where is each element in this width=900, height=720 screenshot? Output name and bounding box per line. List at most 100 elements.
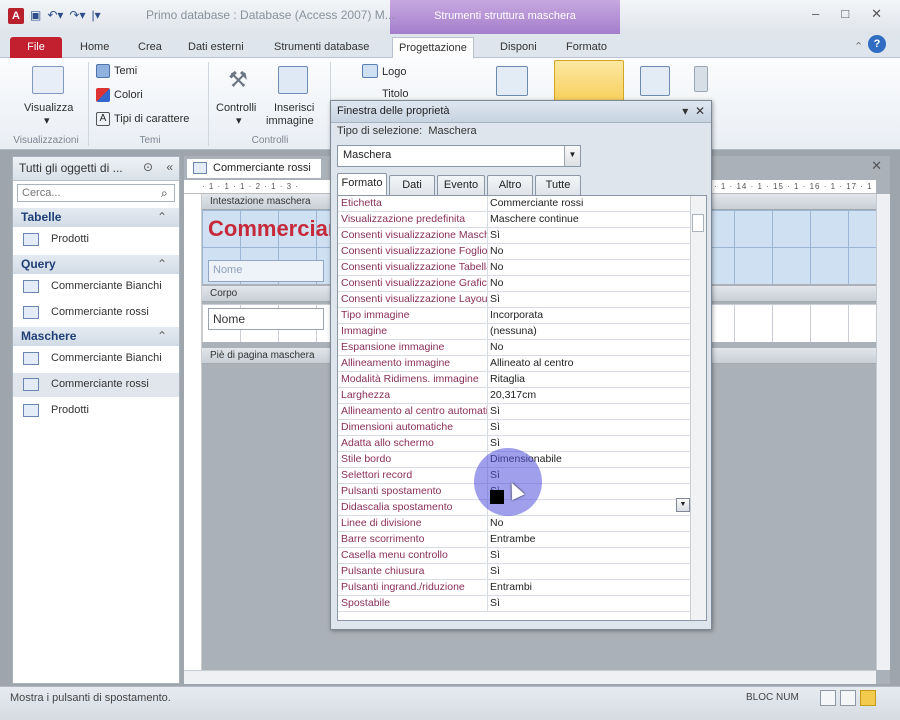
property-row[interactable]: Consenti visualizzazione Foglio datiNo xyxy=(338,244,690,260)
nav-search-input[interactable] xyxy=(17,184,175,202)
logo-icon[interactable] xyxy=(362,64,378,78)
ps-tab-evento[interactable]: Evento xyxy=(437,175,485,195)
property-value[interactable]: Sì xyxy=(490,436,688,451)
vertical-scrollbar[interactable] xyxy=(876,194,890,670)
visualizza-button[interactable]: Visualizza xyxy=(24,102,73,114)
property-row[interactable]: Allineamento immagine Allineato al centro xyxy=(338,356,690,372)
chevron-down-icon[interactable]: ▾ xyxy=(682,104,688,118)
close-icon[interactable]: ✕ xyxy=(695,104,705,118)
property-row[interactable]: Etichetta Commerciante rossi xyxy=(338,196,690,212)
tipi-carattere-button[interactable]: Tipi di carattere xyxy=(114,113,189,125)
nav-item-form-rossi[interactable]: Commerciante rossi xyxy=(13,373,179,397)
property-value[interactable]: Entrambe xyxy=(490,532,688,547)
property-row[interactable]: Consenti visualizzazione Grafico pivotNo xyxy=(338,276,690,292)
customize-qat-icon[interactable]: |▾ xyxy=(92,8,101,26)
close-window-button[interactable]: ✕ xyxy=(871,6,882,22)
property-value[interactable]: No xyxy=(490,260,688,275)
layout-view-icon[interactable] xyxy=(840,690,856,706)
tab-order-icon[interactable] xyxy=(640,66,670,96)
property-value[interactable]: Sì xyxy=(490,292,688,307)
document-tab[interactable]: Commerciante rossi xyxy=(186,158,322,178)
tab-disponi[interactable]: Disponi xyxy=(494,37,543,58)
property-row[interactable]: Pulsante chiusura Sì xyxy=(338,564,690,580)
property-row[interactable]: Allineamento al centro automatico Sì xyxy=(338,404,690,420)
property-row[interactable]: Spostabile Sì xyxy=(338,596,690,612)
property-sheet-header[interactable]: Finestra delle proprietà ▾ ✕ xyxy=(331,101,711,123)
search-icon[interactable]: ⌕ xyxy=(161,186,168,201)
nav-section-maschere[interactable]: Maschere ⌃ xyxy=(13,327,179,346)
horizontal-scrollbar[interactable] xyxy=(184,670,876,684)
property-value[interactable]: Sì xyxy=(490,228,688,243)
nav-item-query-bianchi[interactable]: Commerciante Bianchi xyxy=(13,275,179,299)
tab-file[interactable]: File xyxy=(10,37,62,58)
property-value[interactable]: Sì xyxy=(490,548,688,563)
property-value[interactable]: 20,317cm xyxy=(490,388,688,403)
tab-crea[interactable]: Crea xyxy=(132,37,168,58)
design-view-icon[interactable] xyxy=(860,690,876,706)
controlli-button[interactable]: Controlli xyxy=(216,102,256,114)
property-row[interactable]: Casella menu controllo Sì xyxy=(338,548,690,564)
property-value[interactable]: Entrambi xyxy=(490,580,688,595)
access-app-icon[interactable]: A xyxy=(8,8,24,24)
object-select[interactable]: Maschera ▼ xyxy=(337,145,581,167)
tab-progettazione[interactable]: Progettazione xyxy=(392,37,474,58)
property-row[interactable]: Dimensioni automatiche Sì xyxy=(338,420,690,436)
tab-formato[interactable]: Formato xyxy=(560,37,613,58)
property-row[interactable]: Tipo immagine Incorporata xyxy=(338,308,690,324)
property-row[interactable]: Visualizzazione predefinita Maschere cont… xyxy=(338,212,690,228)
nav-item-table-prodotti[interactable]: Prodotti xyxy=(13,228,179,252)
chevron-down-icon[interactable]: ▾ xyxy=(44,114,50,127)
titolo-button[interactable]: Titolo xyxy=(382,88,409,100)
fonts-icon[interactable]: A xyxy=(96,112,110,126)
extra-tools-icon[interactable] xyxy=(694,66,708,92)
property-value[interactable]: Incorporata xyxy=(490,308,688,323)
property-row[interactable]: Modalità Ridimens. immagine Ritaglia xyxy=(338,372,690,388)
property-value[interactable]: Sì xyxy=(490,596,688,611)
property-row[interactable]: Immagine (nessuna) xyxy=(338,324,690,340)
property-value[interactable]: Sì xyxy=(490,420,688,435)
property-value[interactable]: (nessuna) xyxy=(490,324,688,339)
property-row[interactable]: Consenti visualizzazione Layout Sì xyxy=(338,292,690,308)
header-nome-label[interactable]: Nome xyxy=(208,260,324,282)
property-row[interactable]: Pulsanti ingrand./riduzione Entrambi xyxy=(338,580,690,596)
nav-item-form-prodotti[interactable]: Prodotti xyxy=(13,399,179,423)
dropdown-arrow-button[interactable]: ▼ xyxy=(676,498,690,512)
ps-tab-formato[interactable]: Formato xyxy=(337,173,387,195)
colori-button[interactable]: Colori xyxy=(114,89,143,101)
themes-icon[interactable] xyxy=(96,64,110,78)
visualizza-icon[interactable] xyxy=(32,66,64,94)
property-value[interactable]: Sì xyxy=(490,404,688,419)
property-grid-scrollbar[interactable] xyxy=(690,196,706,620)
property-value[interactable]: Sì xyxy=(490,564,688,579)
ps-tab-tutte[interactable]: Tutte xyxy=(535,175,581,195)
ps-tab-altro[interactable]: Altro xyxy=(487,175,533,195)
add-fields-icon[interactable] xyxy=(496,66,528,96)
property-row[interactable]: Consenti visualizzazione Tabella pivotNo xyxy=(338,260,690,276)
chevron-down-icon[interactable]: ▼ xyxy=(564,146,580,166)
inserisci-immagine-label-2[interactable]: immagine xyxy=(266,115,314,127)
property-value[interactable]: No xyxy=(490,244,688,259)
tab-home[interactable]: Home xyxy=(74,37,115,58)
insert-image-icon[interactable] xyxy=(278,66,308,94)
ps-tab-dati[interactable]: Dati xyxy=(389,175,435,195)
temi-button[interactable]: Temi xyxy=(114,65,137,77)
property-row[interactable]: Espansione immagine No xyxy=(338,340,690,356)
controls-icon[interactable]: ⚒ xyxy=(224,66,252,94)
scrollbar-thumb[interactable] xyxy=(692,214,704,232)
minimize-button[interactable]: – xyxy=(812,6,819,22)
tab-dati-esterni[interactable]: Dati esterni xyxy=(182,37,250,58)
collapse-section-icon[interactable]: ⌃ xyxy=(157,257,167,271)
chevron-down-icon[interactable]: ▾ xyxy=(236,114,242,127)
inserisci-immagine-label-1[interactable]: Inserisci xyxy=(274,102,314,114)
property-value[interactable]: Ritaglia xyxy=(490,372,688,387)
collapse-nav-icon[interactable]: « xyxy=(166,160,173,174)
property-row[interactable]: Linee di divisione No xyxy=(338,516,690,532)
property-value[interactable]: No xyxy=(490,340,688,355)
tab-strumenti-database[interactable]: Strumenti database xyxy=(268,37,375,58)
undo-icon[interactable]: ↶▾ xyxy=(47,8,63,26)
redo-icon[interactable]: ↷▾ xyxy=(69,8,85,26)
property-value[interactable]: Allineato al centro xyxy=(490,356,688,371)
property-row[interactable]: Larghezza 20,317cm xyxy=(338,388,690,404)
body-nome-textbox[interactable]: Nome xyxy=(208,308,324,330)
maximize-button[interactable]: □ xyxy=(841,6,849,22)
